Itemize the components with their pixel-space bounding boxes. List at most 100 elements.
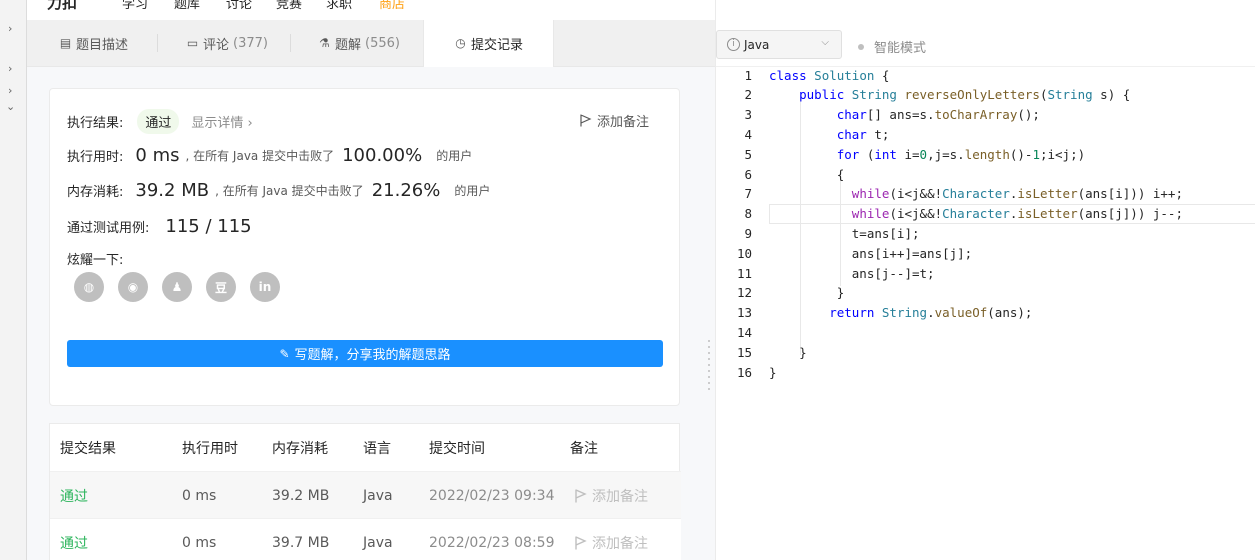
memory-percentile: 21.26% [371, 179, 441, 201]
code-line[interactable]: 14 [716, 322, 1255, 342]
tab-comments[interactable]: ▭ 评论 (377) [154, 20, 289, 67]
smart-mode-label: 智能模式 [874, 41, 927, 56]
runtime-value: 0 ms [135, 144, 180, 166]
tab-label: 题解 [335, 38, 362, 53]
share-buttons: ◍ ◉ ♟ 豆 in [74, 272, 294, 302]
code-text: public String reverseOnlyLetters(String … [799, 87, 1131, 103]
col-time: 提交时间 [429, 440, 485, 457]
line-number: 10 [736, 245, 752, 261]
code-line[interactable]: 4 char t; [716, 124, 1255, 144]
tab-count: (556) [365, 36, 400, 51]
code-line[interactable]: 8 while(i<j&&!Character.isLetter(ans[j])… [716, 204, 1255, 224]
code-text: return String.valueOf(ans); [829, 305, 1033, 321]
code-text: ans[i++]=ans[j]; [769, 245, 973, 261]
show-details-link[interactable]: 显示详情 › [191, 112, 252, 131]
description-icon: ▤ [59, 36, 72, 50]
nav-item-contest[interactable]: 竞赛 [276, 0, 302, 12]
code-text: } [769, 344, 807, 360]
table-row[interactable]: 通过 0 ms 39.7 MB Java 2022/02/23 08:59 添加… [50, 518, 681, 560]
line-number: 1 [744, 67, 752, 83]
chevron-down-icon[interactable]: ⌄ [6, 100, 15, 113]
douban-icon[interactable]: 豆 [206, 272, 236, 302]
linkedin-icon[interactable]: in [250, 272, 280, 302]
nav-item-discuss[interactable]: 讨论 [226, 0, 252, 12]
chevron-right-icon[interactable]: › [8, 84, 12, 97]
write-solution-button[interactable]: ✎ 写题解，分享我的解题思路 [67, 340, 663, 367]
code-line[interactable]: 12 } [716, 283, 1255, 303]
row-add-note[interactable]: 添加备注 [575, 519, 648, 560]
pencil-icon: ✎ [279, 346, 290, 361]
code-text: while(i<j&&!Character.isLetter(ans[i])) … [851, 186, 1183, 202]
code-line[interactable]: 3 char[] ans=s.toCharArray(); [716, 105, 1255, 125]
language-select[interactable]: i Java ⌵ [716, 30, 842, 59]
tab-solutions[interactable]: ⚗ 题解 (556) [286, 20, 422, 67]
code-line[interactable]: 5 for (int i=0,j=s.length()-1;i<j;) [716, 144, 1255, 164]
code-line[interactable]: 1 class Solution { [716, 65, 1255, 85]
row-status[interactable]: 通过 [60, 472, 88, 519]
row-add-note[interactable]: 添加备注 [575, 472, 648, 519]
code-line[interactable]: 16} [716, 362, 1255, 382]
nav-item-jobs[interactable]: 求职 [326, 0, 352, 12]
nav-item-problems[interactable]: 题库 [174, 0, 200, 12]
row-memory: 39.7 MB [272, 534, 330, 551]
code-line[interactable]: 6 { [716, 164, 1255, 184]
flask-icon: ⚗ [319, 36, 330, 50]
tab-submissions[interactable]: ◷ 提交记录 [423, 20, 554, 67]
row-memory: 39.2 MB [272, 487, 330, 504]
line-number: 11 [736, 265, 752, 281]
code-text: class Solution { [769, 67, 890, 83]
table-row[interactable]: 通过 0 ms 39.2 MB Java 2022/02/23 09:34 添加… [50, 471, 681, 518]
code-line[interactable]: 9 t=ans[i]; [716, 223, 1255, 243]
line-number: 15 [736, 344, 752, 360]
nav-item-store[interactable]: 商店 [379, 0, 405, 12]
runtime-suffix: 的用户 [436, 148, 473, 163]
code-text: } [769, 364, 777, 380]
status-row: 执行结果: 通过 显示详情 › [67, 109, 253, 134]
pane-resize-handle[interactable] [707, 340, 711, 410]
memory-suffix: 的用户 [454, 183, 491, 198]
code-line[interactable]: 13 return String.valueOf(ans); [716, 303, 1255, 323]
clock-icon: ◷ [455, 36, 466, 50]
row-runtime: 0 ms [182, 487, 217, 504]
code-text: } [769, 285, 845, 301]
write-solution-label: 写题解，分享我的解题思路 [294, 348, 451, 363]
code-line[interactable]: 15 } [716, 342, 1255, 362]
site-logo[interactable]: 力扣 [47, 0, 77, 13]
runtime-text: , 在所有 Java 提交中击败了 [185, 148, 335, 163]
add-note-button[interactable]: 添加备注 [580, 111, 649, 130]
col-runtime: 执行用时 [182, 440, 238, 457]
tab-label: 评论 [203, 38, 230, 53]
flag-icon [575, 489, 587, 503]
line-number: 13 [736, 305, 752, 321]
smart-mode-toggle[interactable]: 智能模式 [858, 37, 926, 56]
qq-icon[interactable]: ♟ [162, 272, 192, 302]
col-status: 提交结果 [60, 440, 116, 457]
chevron-right-icon[interactable]: › [8, 62, 12, 75]
table-header: 提交结果 执行用时 内存消耗 语言 提交时间 备注 [50, 424, 681, 471]
row-language: Java [363, 487, 393, 504]
code-line[interactable]: 11 ans[j--]=t; [716, 263, 1255, 283]
chevron-right-icon[interactable]: › [8, 22, 12, 35]
status-dot-icon [858, 43, 864, 50]
top-navbar: 力扣 学习 题库 讨论 竞赛 求职 商店 [27, 0, 715, 20]
weibo-icon[interactable]: ◉ [118, 272, 148, 302]
line-number: 6 [744, 166, 752, 182]
code-line[interactable]: 2 public String reverseOnlyLetters(Strin… [716, 85, 1255, 105]
nav-item-learn[interactable]: 学习 [122, 0, 148, 12]
line-number: 12 [736, 285, 752, 301]
wechat-icon[interactable]: ◍ [74, 272, 104, 302]
status-badge: 通过 [137, 109, 180, 134]
comment-icon: ▭ [186, 36, 199, 50]
line-number: 16 [736, 364, 752, 380]
row-status[interactable]: 通过 [60, 519, 88, 560]
code-text: while(i<j&&!Character.isLetter(ans[j])) … [851, 206, 1183, 222]
result-card: 执行结果: 通过 显示详情 › 添加备注 执行用时: 0 ms , 在所有 Ja… [49, 88, 680, 406]
code-line[interactable]: 7 while(i<j&&!Character.isLetter(ans[i])… [716, 184, 1255, 204]
code-text: { [769, 166, 845, 182]
tab-description[interactable]: ▤ 题目描述 [27, 20, 157, 67]
col-memory: 内存消耗 [272, 440, 328, 457]
memory-label: 内存消耗: [67, 184, 124, 200]
code-line[interactable]: 10 ans[i++]=ans[j]; [716, 243, 1255, 263]
submission-pane: 执行结果: 通过 显示详情 › 添加备注 执行用时: 0 ms , 在所有 Ja… [27, 67, 715, 560]
flag-icon [580, 114, 592, 127]
